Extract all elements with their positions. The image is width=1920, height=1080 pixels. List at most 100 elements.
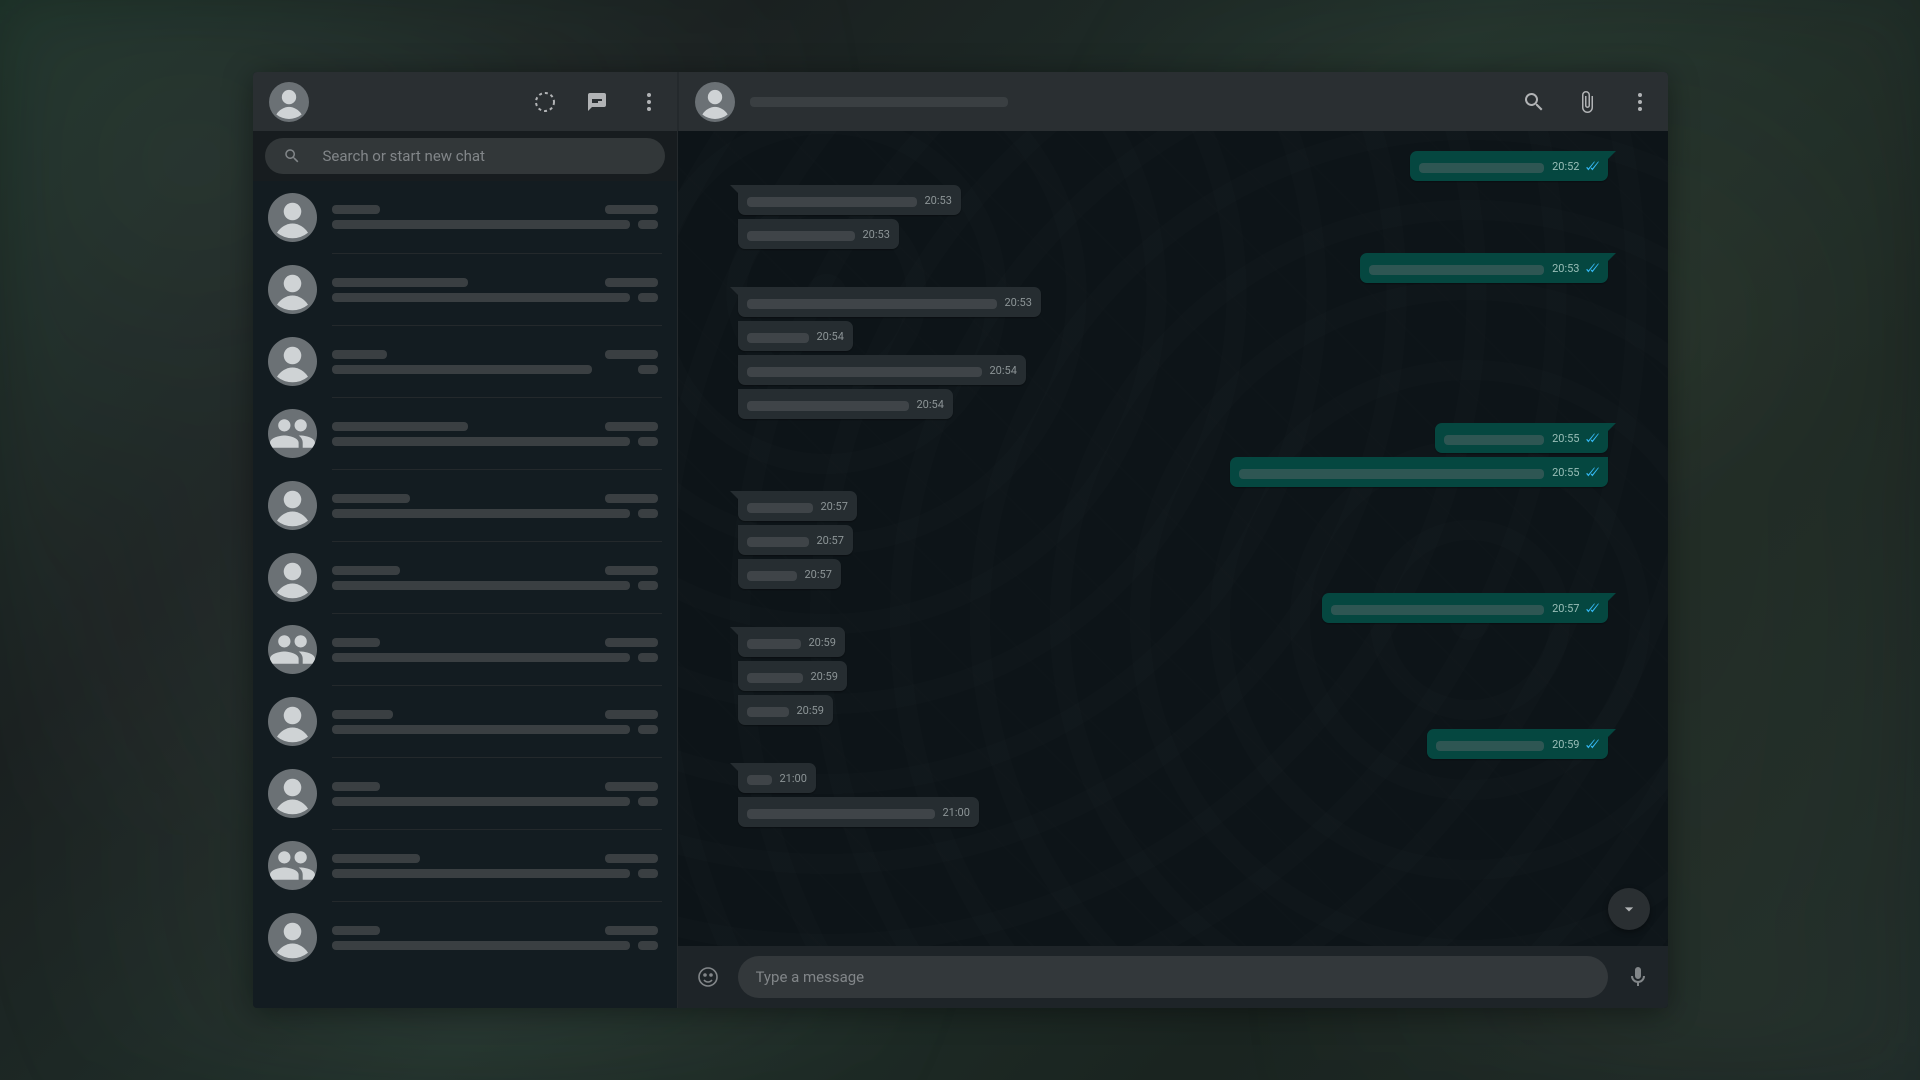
message-outgoing[interactable]: 20:59 (738, 729, 1608, 759)
chat-list-item[interactable] (253, 829, 677, 901)
chat-item-avatar (268, 625, 317, 674)
attach-icon[interactable] (1575, 90, 1599, 114)
chat-list-item[interactable] (253, 613, 677, 685)
message-time: 21:00 (943, 806, 970, 819)
message-text (747, 333, 809, 343)
message-incoming[interactable]: 20:59 (738, 627, 1608, 657)
chat-item-body (332, 829, 662, 901)
emoji-icon[interactable] (696, 965, 720, 989)
read-tick-icon (1583, 161, 1599, 172)
chat-list-item[interactable] (253, 685, 677, 757)
message-incoming[interactable]: 20:57 (738, 525, 1608, 555)
message-time: 20:57 (817, 534, 844, 547)
chat-item-avatar (268, 841, 317, 890)
message-meta: 20:53 (925, 194, 952, 207)
chat-menu-icon[interactable] (1628, 90, 1652, 114)
message-meta: 20:54 (990, 364, 1017, 377)
search-box[interactable] (265, 138, 665, 174)
message-bubble: 20:54 (738, 355, 1026, 385)
message-incoming[interactable]: 20:53 (738, 287, 1608, 317)
chat-header[interactable] (678, 72, 1668, 131)
read-tick-icon (1583, 603, 1599, 614)
chat-item-avatar (268, 697, 317, 746)
message-meta: 20:53 (1005, 296, 1032, 309)
chat-list-item[interactable] (253, 541, 677, 613)
chat-list-item[interactable] (253, 901, 677, 973)
message-text (747, 571, 797, 581)
search-icon (283, 147, 301, 165)
message-input-wrap[interactable] (738, 956, 1608, 998)
message-meta: 20:59 (1552, 738, 1598, 751)
message-incoming[interactable]: 20:53 (738, 185, 1608, 215)
message-incoming[interactable]: 20:54 (738, 389, 1608, 419)
message-incoming[interactable]: 21:00 (738, 763, 1608, 793)
message-time: 21:00 (780, 772, 807, 785)
message-outgoing[interactable]: 20:55 (738, 423, 1608, 453)
message-time: 20:53 (925, 194, 952, 207)
new-chat-icon[interactable] (585, 90, 609, 114)
message-bubble: 20:53 (738, 185, 961, 215)
message-bubble: 21:00 (738, 763, 816, 793)
composer (678, 946, 1668, 1008)
chat-item-body (332, 325, 662, 397)
chat-list-item[interactable] (253, 253, 677, 325)
message-meta: 20:57 (805, 568, 832, 581)
status-icon[interactable] (533, 90, 557, 114)
message-incoming[interactable]: 20:57 (738, 491, 1608, 521)
message-bubble: 20:59 (738, 695, 833, 725)
my-avatar[interactable] (269, 82, 309, 122)
message-text (747, 809, 935, 819)
message-time: 20:55 (1552, 432, 1579, 445)
chat-list-item[interactable] (253, 469, 677, 541)
chat-list-item[interactable] (253, 325, 677, 397)
chat-item-body (332, 685, 662, 757)
contact-avatar[interactable] (695, 82, 735, 122)
message-outgoing[interactable]: 20:52 (738, 151, 1608, 181)
chat-list-item[interactable] (253, 397, 677, 469)
message-meta: 20:59 (797, 704, 824, 717)
message-text (1419, 163, 1544, 173)
message-incoming[interactable]: 20:54 (738, 321, 1608, 351)
message-incoming[interactable]: 20:59 (738, 661, 1608, 691)
chat-item-body (332, 397, 662, 469)
read-tick-icon (1583, 739, 1599, 750)
chat-item-avatar (268, 769, 317, 818)
message-text (747, 231, 855, 241)
chat-list-item[interactable] (253, 181, 677, 253)
message-text (747, 537, 809, 547)
message-incoming[interactable]: 20:59 (738, 695, 1608, 725)
message-outgoing[interactable]: 20:55 (738, 457, 1608, 487)
message-incoming[interactable]: 21:00 (738, 797, 1608, 827)
message-time: 20:53 (1552, 262, 1579, 275)
chat-item-avatar (268, 481, 317, 530)
message-text (747, 673, 803, 683)
message-bubble: 20:53 (1360, 253, 1607, 283)
search-input[interactable] (323, 147, 653, 165)
message-incoming[interactable]: 20:54 (738, 355, 1608, 385)
chat-list[interactable] (253, 181, 677, 1008)
message-outgoing[interactable]: 20:57 (738, 593, 1608, 623)
message-incoming[interactable]: 20:53 (738, 219, 1608, 249)
menu-icon[interactable] (637, 90, 661, 114)
chat-item-body (332, 901, 662, 973)
chat-item-body (332, 757, 662, 829)
message-bubble: 20:55 (1230, 457, 1607, 487)
message-outgoing[interactable]: 20:53 (738, 253, 1608, 283)
messages-area[interactable]: 20:52 20:53 20:53 20:53 20:53 20:54 20:54 20:54… (678, 131, 1668, 946)
contact-name (750, 97, 1008, 107)
chat-item-avatar (268, 913, 317, 962)
chat-search-icon[interactable] (1522, 90, 1546, 114)
chat-item-avatar (268, 265, 317, 314)
message-text (747, 401, 909, 411)
mic-icon[interactable] (1626, 965, 1650, 989)
chat-list-item[interactable] (253, 757, 677, 829)
message-bubble: 20:59 (1427, 729, 1607, 759)
sidebar-header (253, 72, 677, 131)
search-bar (253, 131, 677, 181)
message-text (747, 639, 801, 649)
message-incoming[interactable]: 20:57 (738, 559, 1608, 589)
message-text (747, 775, 772, 785)
message-time: 20:59 (811, 670, 838, 683)
message-input[interactable] (756, 968, 1590, 986)
scroll-to-bottom-button[interactable] (1608, 888, 1650, 930)
